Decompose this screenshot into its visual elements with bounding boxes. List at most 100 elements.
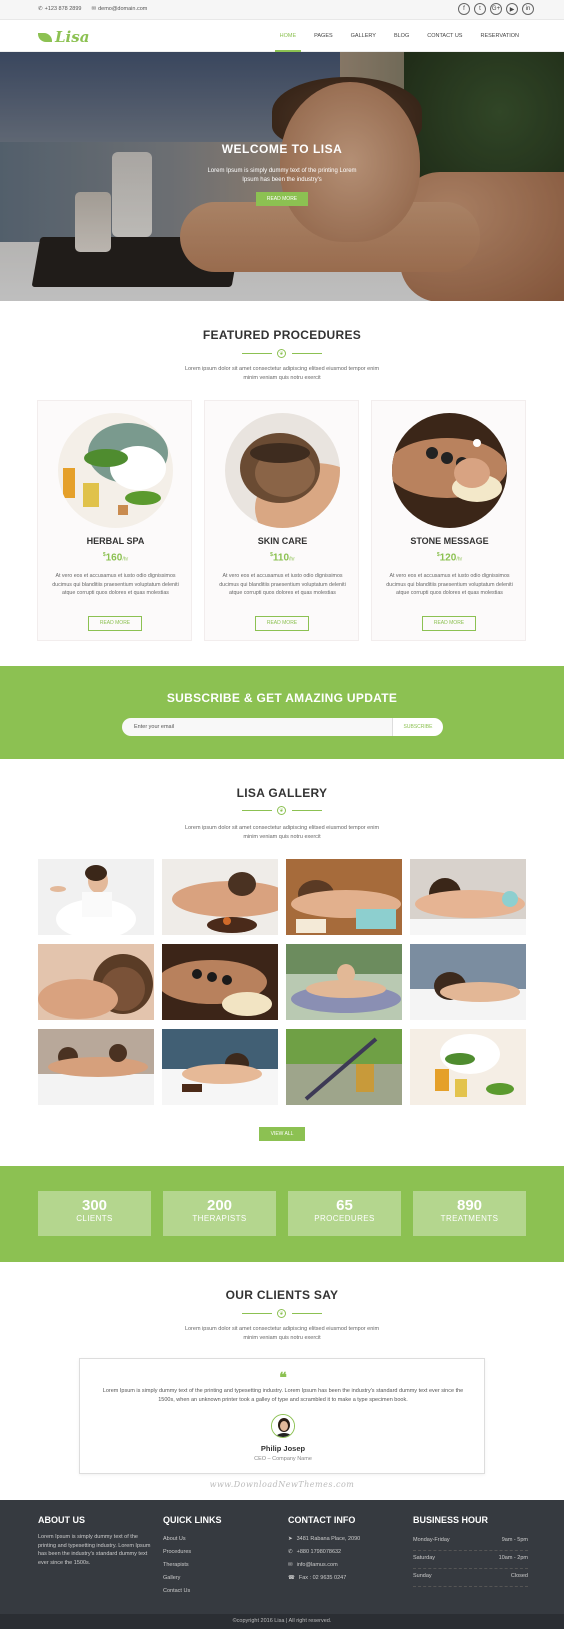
footer-about: ABOUT US Lorem Ipsum is simply dummy tex… bbox=[38, 1515, 153, 1567]
gallery-image[interactable] bbox=[38, 859, 154, 935]
procedure-card-stone-message: STONE MESSAGE $120/hr At vero eos et acc… bbox=[371, 400, 526, 641]
nav-gallery[interactable]: GALLERY bbox=[342, 20, 385, 52]
hero-banner: WELCOME TO LISA Lorem Ipsum is simply du… bbox=[0, 52, 564, 301]
footer-link-procedures[interactable]: Procedures bbox=[163, 1546, 278, 1559]
subscribe-title: SUBSCRIBE & GET AMAZING UPDATE bbox=[166, 691, 398, 705]
gallery-image[interactable] bbox=[410, 1029, 526, 1105]
email-text[interactable]: demo@domain.com bbox=[98, 6, 147, 12]
footer-link-about[interactable]: About Us bbox=[163, 1533, 278, 1546]
subscribe-section: SUBSCRIBE & GET AMAZING UPDATE Enter you… bbox=[0, 666, 564, 759]
logo[interactable]: Lisa bbox=[38, 28, 89, 46]
subscribe-button[interactable]: SUBSCRIBE bbox=[392, 718, 443, 736]
nav-home[interactable]: HOME bbox=[271, 20, 306, 52]
watermark: www.DownloadNewThemes.com bbox=[209, 1480, 355, 1489]
nav-reservation[interactable]: RESERVATION bbox=[471, 20, 528, 52]
stats-section: 300 CLIENTS 200 THERAPISTS 65 PROCEDURES 89… bbox=[0, 1166, 564, 1262]
hours-row: Sunday Closed bbox=[413, 1569, 528, 1587]
youtube-icon[interactable]: ▶ bbox=[506, 3, 518, 15]
footer-link-gallery[interactable]: Gallery bbox=[163, 1572, 278, 1585]
clients-desc: Lorem ipsum dolor sit amet consectetur a… bbox=[184, 1326, 380, 1341]
email-text[interactable]: info@lamus.com bbox=[297, 1559, 338, 1572]
footer-link-contact[interactable]: Contact Us bbox=[163, 1585, 278, 1598]
mail-icon: ✉ bbox=[288, 1562, 293, 1568]
facebook-icon[interactable]: f bbox=[458, 3, 470, 15]
client-role: CEO – Company Name bbox=[254, 1456, 312, 1462]
gallery-image[interactable] bbox=[38, 1029, 154, 1105]
view-all-button[interactable]: VIEW ALL bbox=[259, 1127, 305, 1141]
hero-read-more-button[interactable]: READ MORE bbox=[256, 192, 308, 206]
hours-row: Monday-Friday 9am - 5pm bbox=[413, 1533, 528, 1551]
stat-value: 65 bbox=[336, 1197, 353, 1214]
read-more-button[interactable]: READ MORE bbox=[88, 616, 142, 631]
gallery-image[interactable] bbox=[286, 859, 402, 935]
stat-label: TREATMENTS bbox=[440, 1214, 499, 1223]
gallery-image[interactable] bbox=[162, 944, 278, 1020]
hero-subtitle: Lorem Ipsum is simply dummy text of the … bbox=[207, 168, 357, 183]
top-bar: ✆ +123 878 2899 ✉ demo@domain.com f t G+ ▶… bbox=[0, 0, 564, 20]
procedure-title: HERBAL SPA bbox=[86, 536, 145, 546]
procedures-divider: ❦ bbox=[242, 349, 322, 358]
linkedin-icon[interactable]: in bbox=[522, 3, 534, 15]
procedure-price: $160/hr bbox=[38, 552, 193, 563]
leaf-icon: ❦ bbox=[277, 349, 286, 358]
main-navbar: Lisa HOME PAGES GALLERY BLOG CONTACT US … bbox=[0, 20, 564, 52]
footer-email: ✉ info@lamus.com bbox=[288, 1559, 403, 1572]
price-value: 120 bbox=[439, 552, 457, 564]
price-value: 110 bbox=[272, 552, 290, 564]
avatar bbox=[271, 1414, 295, 1438]
hours-time: 10am - 2pm bbox=[498, 1555, 528, 1561]
google-plus-icon[interactable]: G+ bbox=[490, 3, 502, 15]
price-unit: /hr bbox=[122, 556, 129, 563]
footer-hours-title: BUSINESS HOUR bbox=[413, 1515, 489, 1525]
procedure-image-skin bbox=[225, 413, 340, 528]
gallery-divider: ❦ bbox=[242, 806, 322, 815]
nav-contact-us[interactable]: CONTACT US bbox=[418, 20, 471, 52]
nav-pages[interactable]: PAGES bbox=[305, 20, 342, 52]
twitter-icon[interactable]: t bbox=[474, 3, 486, 15]
footer-link-therapists[interactable]: Therapists bbox=[163, 1559, 278, 1572]
gallery-image[interactable] bbox=[162, 859, 278, 935]
location-icon: ➤ bbox=[288, 1536, 293, 1542]
fax-text: Fax : 02 9635 0247 bbox=[298, 1575, 347, 1581]
gallery-image[interactable] bbox=[38, 944, 154, 1020]
stat-label: PROCEDURES bbox=[314, 1214, 375, 1223]
stat-value: 200 bbox=[206, 1197, 233, 1214]
footer-quick-links: QUICK LINKS About Us Procedures Therapis… bbox=[163, 1515, 278, 1598]
email-input[interactable]: Enter your email bbox=[122, 718, 392, 736]
read-more-button[interactable]: READ MORE bbox=[255, 616, 309, 631]
leaf-icon: ❦ bbox=[277, 1309, 286, 1318]
hours-day: Saturday bbox=[413, 1555, 436, 1561]
mail-icon: ✉ bbox=[91, 6, 97, 12]
footer-phone: ✆ +880 1798078632 bbox=[288, 1546, 403, 1559]
gallery-image[interactable] bbox=[162, 1029, 278, 1105]
hours-day: Monday-Friday bbox=[413, 1537, 450, 1543]
stat-value: 890 bbox=[456, 1197, 483, 1214]
procedure-image-herbal bbox=[58, 413, 173, 528]
procedure-image-stone bbox=[392, 413, 507, 528]
procedure-desc: At vero eos et accusamus et iusto odio d… bbox=[219, 573, 346, 596]
stat-label: CLIENTS bbox=[76, 1214, 113, 1223]
price-value: 160 bbox=[105, 552, 123, 564]
hours-time: 9am - 5pm bbox=[501, 1537, 528, 1543]
gallery-image[interactable] bbox=[286, 1029, 402, 1105]
gallery-image[interactable] bbox=[410, 944, 526, 1020]
clients-divider: ❦ bbox=[242, 1309, 322, 1318]
phone-icon: ✆ bbox=[38, 6, 43, 12]
hours-day: Sunday bbox=[413, 1573, 432, 1579]
gallery-title: LISA GALLERY bbox=[236, 786, 328, 800]
footer-address: ➤ 3481 Rabana Place, 2090 bbox=[288, 1533, 403, 1546]
stat-therapists: 200 THERAPISTS bbox=[163, 1191, 276, 1236]
nav-blog[interactable]: BLOG bbox=[385, 20, 418, 52]
gallery-image[interactable] bbox=[410, 859, 526, 935]
phone-icon: ✆ bbox=[288, 1549, 293, 1555]
procedure-card-skin-care: SKIN CARE $110/hr At vero eos et accusam… bbox=[204, 400, 359, 641]
procedure-title: STONE MESSAGE bbox=[410, 536, 489, 546]
footer: ABOUT US Lorem Ipsum is simply dummy tex… bbox=[0, 1500, 564, 1614]
gallery-image[interactable] bbox=[286, 944, 402, 1020]
read-more-button[interactable]: READ MORE bbox=[422, 616, 476, 631]
procedures-desc: Lorem ipsum dolor sit amet consectetur a… bbox=[184, 366, 380, 381]
phone-text: +123 878 2899 bbox=[44, 6, 82, 12]
client-name: Philip Josep bbox=[260, 1444, 306, 1453]
nav-menu: HOME PAGES GALLERY BLOG CONTACT US RESER… bbox=[271, 20, 528, 52]
phone-info: ✆ +123 878 2899 bbox=[38, 6, 81, 12]
